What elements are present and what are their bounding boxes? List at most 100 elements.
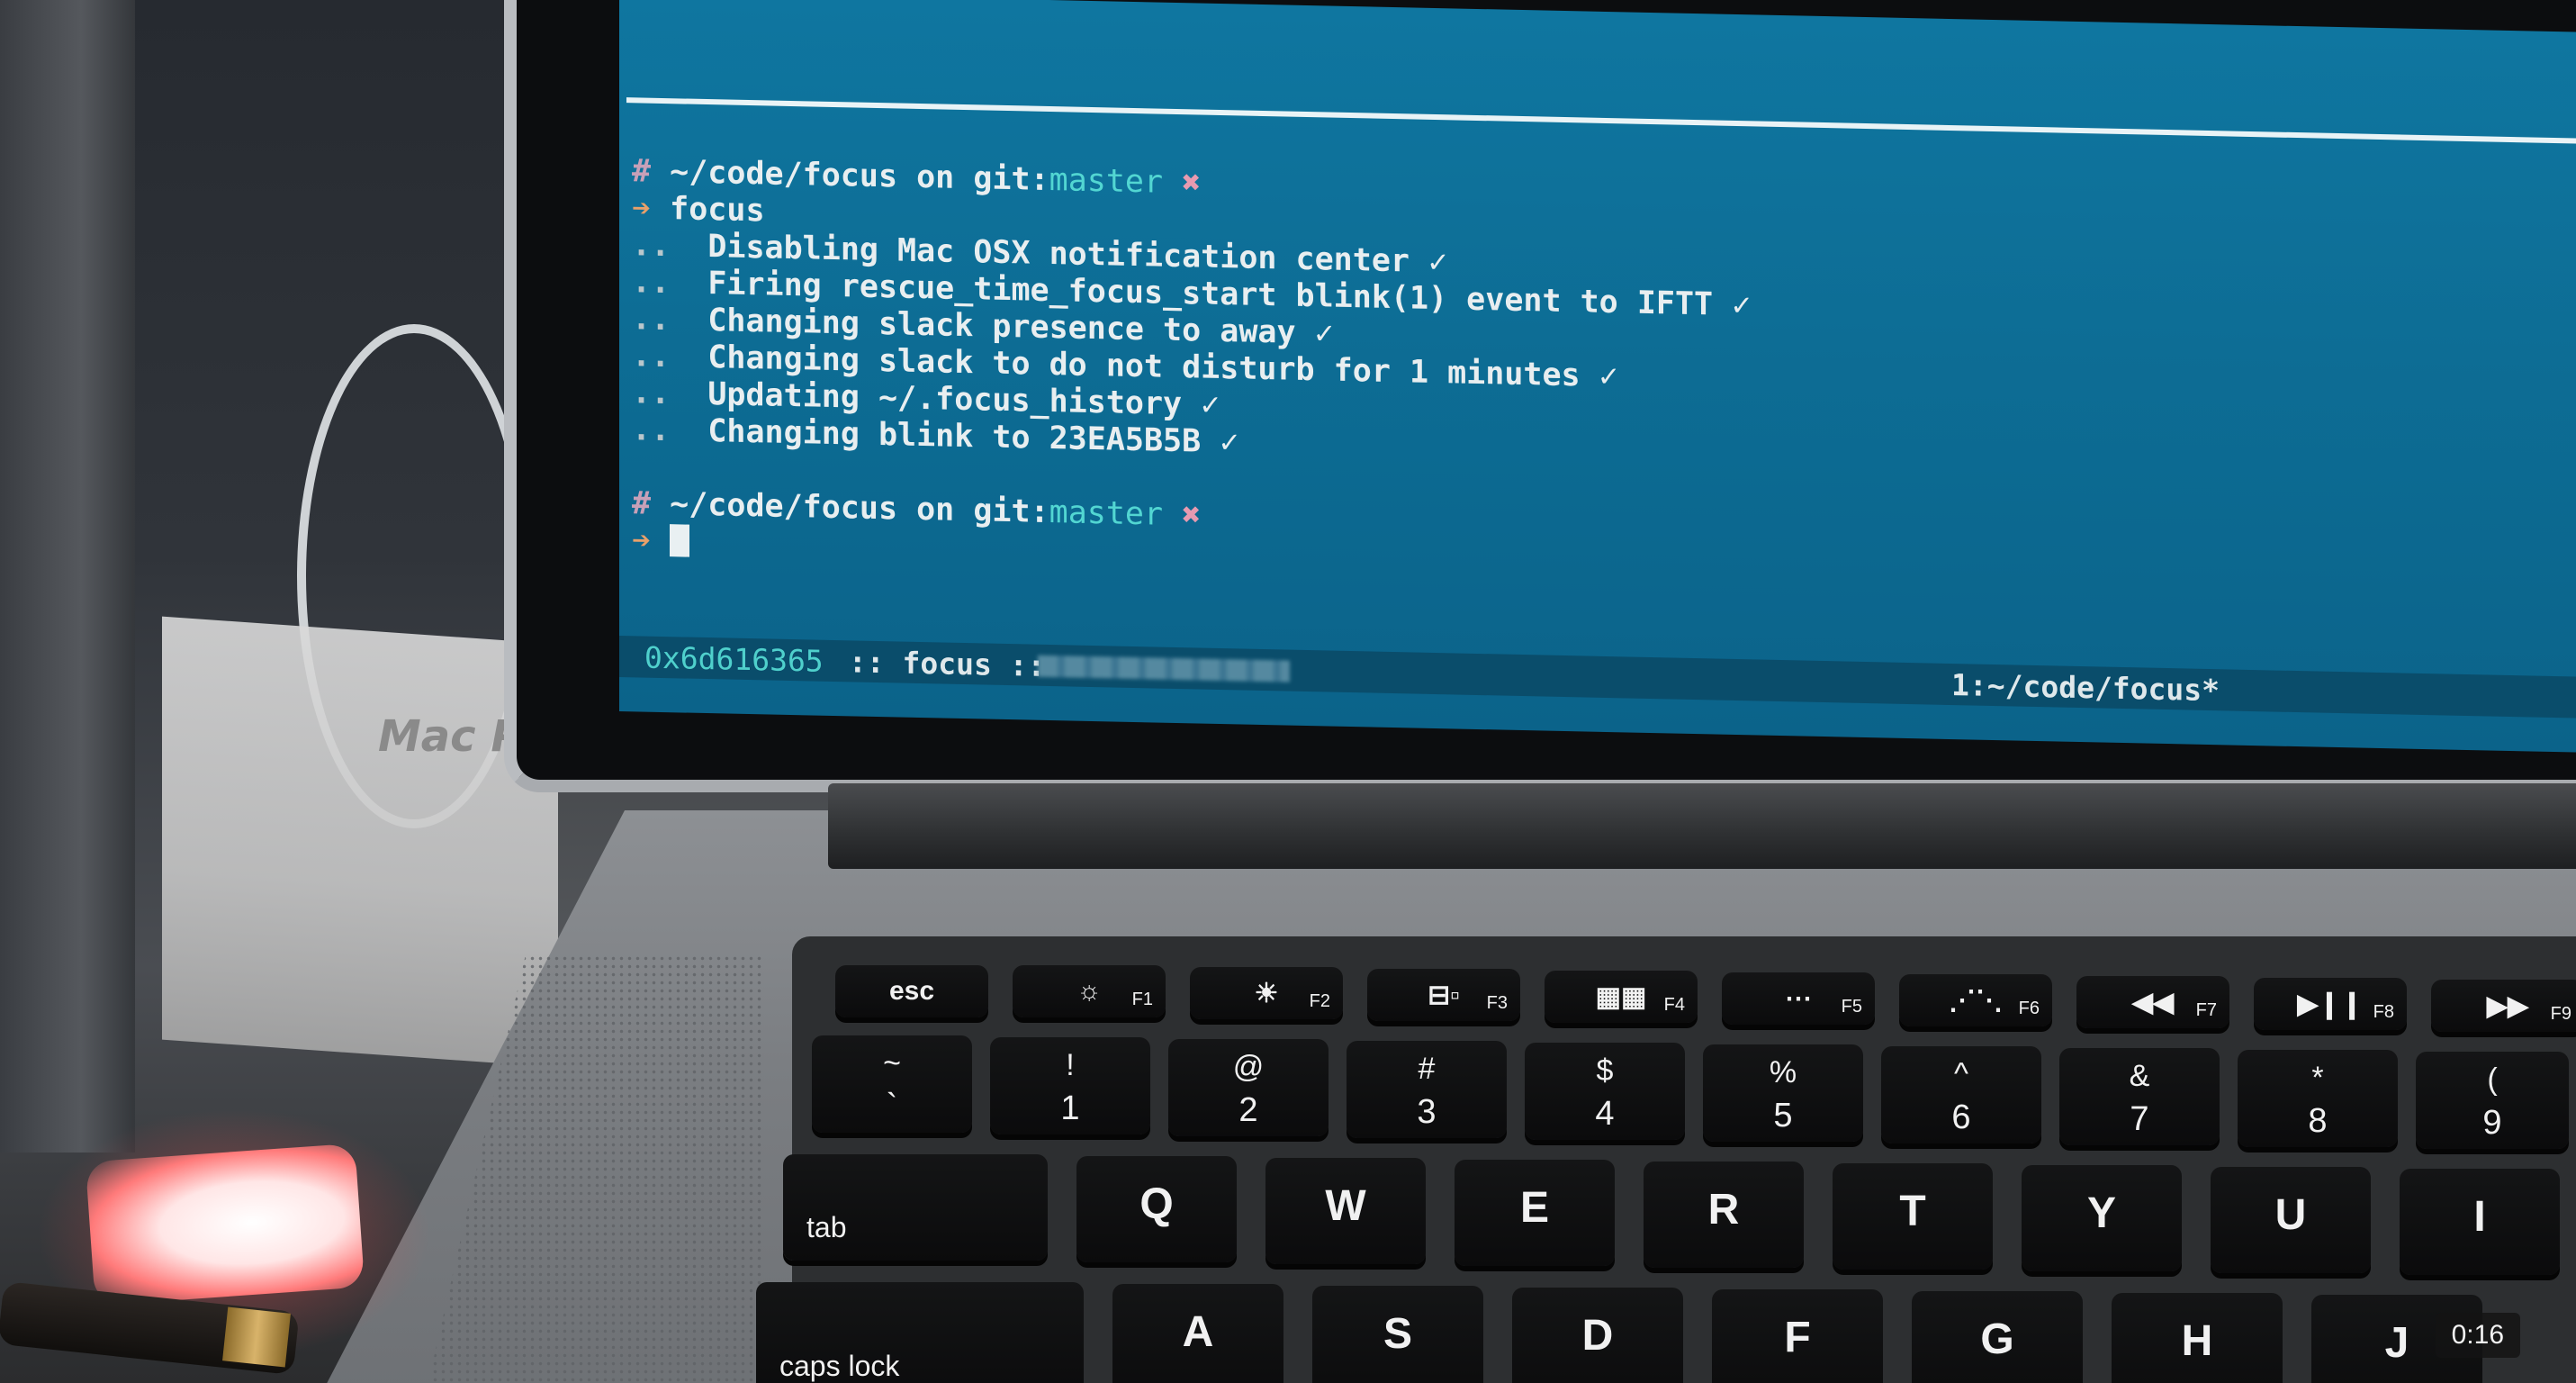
key-label: U — [2274, 1191, 2307, 1239]
key-fn-label: F4 — [1663, 995, 1685, 1015]
tmux-status-bar: 0x6d616365 :: focus :: 1:~/code/focus* — [619, 636, 2576, 719]
key-fn-label: F2 — [1309, 991, 1330, 1011]
key-fn-label: F8 — [2373, 1002, 2394, 1022]
pane-divider — [626, 97, 2576, 145]
output-prefix: .. — [632, 375, 671, 412]
prompt-arrow-icon: ➔ — [632, 522, 652, 559]
key-u[interactable]: U — [2211, 1167, 2371, 1273]
tmux-status-middle: :: focus :: — [831, 643, 1064, 684]
key-f2[interactable]: ☀ F2 — [1190, 967, 1343, 1019]
prompt-branch: master — [1049, 162, 1164, 201]
key-f8[interactable]: ▶❙❙ F8 — [2254, 978, 2407, 1030]
key-backtick[interactable]: ~ ` — [812, 1035, 972, 1133]
prompt-path: ~/code/focus — [670, 486, 898, 528]
key-label: H — [2181, 1317, 2213, 1365]
key-label: T — [1899, 1188, 1926, 1235]
tmux-window-tab[interactable]: 1:~/code/focus* — [1951, 667, 2220, 708]
terminal-screen[interactable]: # ~/code/focus on git:master ✖ ➔ focus .… — [619, 0, 2576, 753]
key-label: 3 — [1417, 1093, 1437, 1131]
output-prefix: .. — [632, 227, 671, 265]
key-shift-label: ~ — [883, 1046, 901, 1080]
key-f4[interactable]: ▦▦ F4 — [1545, 971, 1698, 1023]
key-label: F — [1784, 1314, 1811, 1361]
key-label: W — [1325, 1182, 1366, 1230]
key-f5[interactable]: ⋯ F5 — [1722, 972, 1875, 1025]
prompt-git: git: — [973, 160, 1049, 199]
output-prefix: .. — [632, 264, 671, 302]
key-a[interactable]: A — [1112, 1284, 1283, 1383]
key-caps-lock[interactable]: caps lock — [756, 1282, 1084, 1383]
key-label: 5 — [1773, 1097, 1793, 1134]
key-label: Y — [2086, 1189, 2116, 1237]
text-cursor[interactable] — [670, 524, 690, 557]
prompt-hash: # — [632, 485, 652, 522]
key-esc[interactable]: esc — [835, 965, 988, 1017]
key-f[interactable]: F — [1712, 1289, 1883, 1383]
photo-scene: Mac Pr # ~/code/focus on git:master ✖ ➔ … — [0, 0, 2576, 1383]
key-5[interactable]: % 5 — [1703, 1044, 1863, 1142]
key-y[interactable]: Y — [2022, 1165, 2182, 1271]
key-i[interactable]: I — [2400, 1169, 2560, 1275]
prompt-arrow-icon: ➔ — [632, 190, 652, 227]
key-9[interactable]: (9 — [2416, 1052, 2569, 1149]
dirty-icon: ✖ — [1182, 165, 1202, 202]
key-3[interactable]: #3 — [1347, 1041, 1507, 1138]
key-w[interactable]: W — [1265, 1158, 1426, 1264]
key-label: E — [1519, 1184, 1549, 1232]
key-shift-label: & — [2129, 1059, 2150, 1093]
key-shift-label: @ — [1232, 1050, 1265, 1084]
key-label: 7 — [2130, 1100, 2149, 1138]
key-4[interactable]: $4 — [1525, 1043, 1685, 1140]
key-fn-label: F9 — [2550, 1004, 2571, 1024]
tmux-session-name: 0x6d616365 — [644, 639, 824, 679]
background-post — [0, 0, 135, 1152]
key-fn-label: F5 — [1841, 997, 1862, 1017]
key-e[interactable]: E — [1455, 1160, 1615, 1266]
key-label: 8 — [2308, 1102, 2328, 1140]
key-6[interactable]: ^ 6 — [1881, 1046, 2041, 1143]
key-f9[interactable]: ▶▶ F9 — [2431, 980, 2576, 1032]
key-label: S — [1383, 1310, 1412, 1358]
key-2[interactable]: @2 — [1168, 1039, 1329, 1136]
prompt-path: ~/code/focus — [670, 154, 898, 195]
key-g[interactable]: G — [1912, 1291, 2083, 1383]
key-label: ` — [886, 1088, 898, 1125]
key-fn-label: F1 — [1131, 990, 1153, 1009]
key-tab[interactable]: tab — [783, 1154, 1048, 1261]
cable-connector — [222, 1306, 291, 1368]
output-prefix: .. — [632, 301, 671, 339]
key-d[interactable]: D — [1512, 1288, 1683, 1383]
key-label: esc — [888, 976, 935, 1006]
output-prefix: .. — [632, 338, 671, 375]
key-label: caps lock — [779, 1350, 900, 1382]
key-label: G — [1980, 1315, 2014, 1363]
blink1-usb-light — [85, 1143, 365, 1306]
key-t[interactable]: T — [1833, 1163, 1993, 1270]
key-8[interactable]: * 8 — [2238, 1050, 2398, 1147]
prompt-git: git: — [973, 493, 1049, 531]
key-label: tab — [806, 1211, 847, 1243]
key-shift-label: * — [2311, 1061, 2324, 1095]
key-label: A — [1182, 1308, 1214, 1356]
key-f1[interactable]: ☼ F1 — [1013, 965, 1166, 1017]
key-fn-label: F3 — [1486, 993, 1508, 1013]
key-f3[interactable]: ⊟▫ F3 — [1367, 969, 1520, 1021]
key-label: I — [2473, 1193, 2486, 1241]
key-label: 9 — [2482, 1104, 2502, 1142]
key-f7[interactable]: ◀◀ F7 — [2076, 976, 2229, 1028]
key-1[interactable]: ! 1 — [990, 1037, 1150, 1134]
key-r[interactable]: R — [1644, 1162, 1804, 1268]
dirty-icon: ✖ — [1182, 497, 1202, 534]
key-h[interactable]: H — [2112, 1293, 2283, 1383]
prompt-branch: master — [1049, 494, 1164, 533]
output-prefix: .. — [632, 411, 671, 449]
key-f6[interactable]: ⋰⋱ F6 — [1899, 974, 2052, 1026]
key-q[interactable]: Q — [1076, 1156, 1237, 1262]
prompt-on: on — [916, 491, 955, 529]
laptop-hinge — [828, 783, 2576, 869]
command-text: focus — [670, 191, 765, 230]
key-label: 2 — [1238, 1091, 1258, 1129]
key-label: Q — [1139, 1180, 1174, 1228]
key-s[interactable]: S — [1312, 1286, 1483, 1383]
key-7[interactable]: & 7 — [2059, 1048, 2220, 1145]
